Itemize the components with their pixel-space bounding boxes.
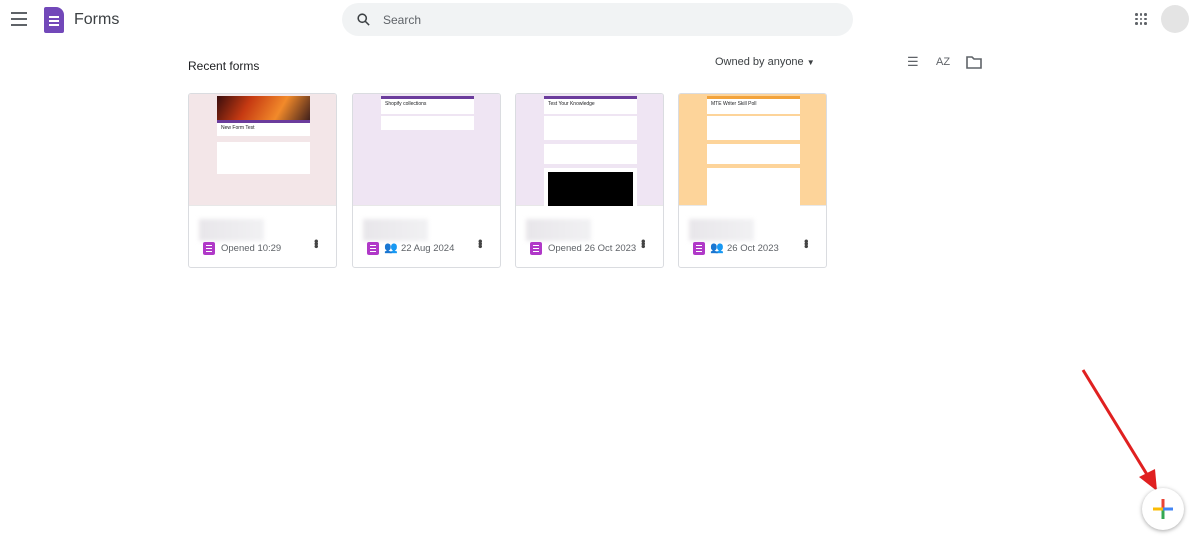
shared-people-icon: 👥 — [384, 242, 398, 254]
folder-icon[interactable] — [966, 55, 982, 69]
annotation-arrow — [1081, 369, 1157, 491]
more-options-icon[interactable]: ••• — [309, 239, 324, 247]
app-title[interactable]: Forms — [74, 11, 119, 29]
forms-icon — [530, 242, 542, 255]
form-meta: Opened 26 Oct 2023 — [548, 243, 637, 254]
more-options-icon[interactable]: ••• — [799, 239, 814, 247]
thumb-title: Shopify collections — [381, 96, 474, 114]
forms-logo-icon — [44, 7, 64, 33]
form-meta: Opened 10:29 — [221, 243, 282, 254]
forms-icon — [367, 242, 379, 255]
owner-filter-label: Owned by anyone — [715, 56, 804, 68]
plus-icon — [1153, 499, 1173, 519]
form-meta: 22 Aug 2024 — [401, 243, 455, 254]
section-title: Recent forms — [188, 59, 260, 73]
form-card[interactable]: MTE Writer Skill Poll 👥 26 Oct 2023 ••• — [678, 93, 827, 268]
form-title-redacted — [526, 219, 591, 241]
forms-icon — [203, 242, 215, 255]
form-thumbnail: Test Your Knowledge — [516, 94, 663, 208]
shared-people-icon: 👥 — [710, 242, 724, 254]
thumb-title: MTE Writer Skill Poll — [707, 96, 800, 114]
forms-icon — [693, 242, 705, 255]
form-card[interactable]: New Form Test Opened 10:29 ••• — [188, 93, 337, 268]
search-icon — [357, 13, 370, 26]
form-title-redacted — [363, 219, 428, 241]
form-thumbnail: New Form Test — [189, 94, 336, 206]
thumb-title: Test Your Knowledge — [544, 96, 637, 114]
apps-grid-icon[interactable] — [1135, 13, 1147, 25]
owner-filter-dropdown[interactable]: Owned by anyone ▼ — [715, 56, 815, 68]
form-title-redacted — [199, 219, 264, 241]
search-input[interactable]: Search — [342, 3, 853, 36]
form-thumbnail: Shopify collections — [353, 94, 500, 206]
search-placeholder: Search — [383, 12, 422, 27]
form-card[interactable]: Test Your Knowledge Opened 26 Oct 2023 •… — [515, 93, 664, 268]
caret-down-icon: ▼ — [806, 58, 815, 67]
create-new-form-button[interactable] — [1142, 488, 1184, 530]
sort-az-icon[interactable]: AZ — [936, 56, 950, 68]
more-options-icon[interactable]: ••• — [636, 239, 651, 247]
form-thumbnail: MTE Writer Skill Poll — [679, 94, 826, 208]
form-meta: 26 Oct 2023 — [727, 243, 779, 254]
form-title-redacted — [689, 219, 754, 241]
form-card[interactable]: Shopify collections 👥 22 Aug 2024 ••• — [352, 93, 501, 268]
list-view-icon[interactable]: ☰ — [907, 54, 919, 70]
more-options-icon[interactable]: ••• — [473, 239, 488, 247]
thumb-title: New Form Test — [217, 120, 310, 136]
avatar[interactable] — [1161, 5, 1189, 33]
main-menu-button[interactable] — [11, 12, 27, 26]
